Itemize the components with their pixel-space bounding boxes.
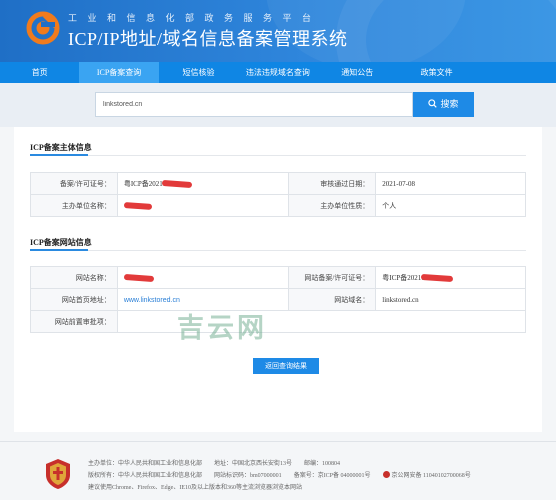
nav-item-icp-query[interactable]: ICP备案查询 <box>79 62 159 83</box>
organizer-type-value: 个人 <box>375 194 526 217</box>
section-title-underline <box>30 154 88 156</box>
redaction-mark <box>123 201 153 210</box>
table-row: 网站名称： 网站备案/许可证号： 粤ICP备20210 <box>30 266 526 289</box>
approval-date-value: 2021-07-08 <box>375 172 526 195</box>
redaction-mark <box>162 179 193 188</box>
domain-value: linkstored.cn <box>375 288 526 311</box>
nav-item-policies[interactable]: 政策文件 <box>397 62 476 83</box>
table-row: 主办单位名称： 主办单位性质： 个人 <box>30 194 526 217</box>
site-name-label: 网站名称： <box>30 266 118 289</box>
search-button-label: 搜索 <box>440 99 459 109</box>
section-title-underline <box>30 249 88 251</box>
logo-icon <box>26 11 60 45</box>
site-info-table: 网站名称： 网站备案/许可证号： 粤ICP备20210 网站首页地址： www.… <box>30 266 527 333</box>
search-input[interactable] <box>95 92 413 117</box>
result-panel: ICP备案主体信息 备案/许可证号： 粤ICP备20210 审核通过日期： 20… <box>14 127 542 432</box>
organizer-type-label: 主办单位性质： <box>288 194 377 217</box>
footer-police-record[interactable]: 京公网安备 11040102700068号 <box>392 473 471 479</box>
site-name-value <box>116 266 290 289</box>
organizer-name-label: 主办单位名称： <box>30 194 118 217</box>
site-license-label: 网站备案/许可证号： <box>288 266 377 289</box>
redaction-mark <box>420 273 453 282</box>
footer-copyright: 版权所有：中华人民共和国工业和信息化部 <box>88 473 203 479</box>
footer-site-id: 网站标识码：bm07000001 <box>214 473 282 479</box>
main-nav: 首页 ICP备案查询 短信核验 违法违规域名查询 通知公告 政策文件 <box>0 62 556 83</box>
search-bar: 搜索 <box>0 83 556 127</box>
footer-address: 地址：中国北京西长安街13号 <box>214 461 293 467</box>
search-button[interactable]: 搜索 <box>413 92 474 117</box>
search-icon <box>428 99 438 108</box>
footer-line-2: 版权所有：中华人民共和国工业和信息化部 网站标识码：bm07000001 备案号：京… <box>88 470 495 479</box>
footer-line-1: 主办单位：中华人民共和国工业和信息化部 地址：中国北京西长安街13号 邮编：1008… <box>88 458 352 467</box>
organizer-name-value <box>116 194 290 217</box>
header-banner: 工业和信息化部政务服务平台 ICP/IP地址/域名信息备案管理系统 <box>0 0 556 62</box>
footer-organizer: 主办单位：中华人民共和国工业和信息化部 <box>88 461 203 467</box>
approval-date-label: 审核通过日期： <box>288 172 377 195</box>
homepage-link[interactable]: www.linkstored.cn <box>124 297 180 304</box>
section-divider <box>30 155 526 156</box>
emblem-icon <box>46 459 70 489</box>
footer-icp-record[interactable]: 备案号：京ICP备 04000001号 <box>294 473 371 479</box>
section-divider <box>30 250 526 251</box>
police-badge-icon <box>382 471 390 478</box>
system-title: ICP/IP地址/域名信息备案管理系统 <box>68 29 348 49</box>
subject-section-title: ICP备案主体信息 <box>30 143 92 152</box>
site-license-value: 粤ICP备20210 <box>375 266 526 289</box>
domain-label: 网站域名： <box>288 288 377 311</box>
footer: 主办单位：中华人民共和国工业和信息化部 地址：中国北京西长安街13号 邮编：1008… <box>0 441 556 500</box>
department-name: 工业和信息化部政务服务平台 <box>68 13 322 23</box>
table-row: 网站首页地址： www.linkstored.cn 网站域名： linkstor… <box>30 288 526 311</box>
nav-item-sms-verify[interactable]: 短信核验 <box>159 62 238 83</box>
watermark: 吉云网 <box>177 313 267 344</box>
nav-item-home[interactable]: 首页 <box>0 62 79 83</box>
homepage-label: 网站首页地址： <box>30 288 118 311</box>
table-row: 备案/许可证号： 粤ICP备20210 审核通过日期： 2021-07-08 <box>30 172 526 195</box>
license-label: 备案/许可证号： <box>30 172 118 195</box>
table-row: 网站前置审批项： <box>30 310 527 333</box>
pre-approval-label: 网站前置审批项： <box>30 310 118 333</box>
nav-item-illegal-domain[interactable]: 违法违规域名查询 <box>238 62 317 83</box>
footer-browser-note: 建议使用Chrome、Firefox、Edge、IE10及以上版本和360等主流… <box>88 485 302 491</box>
footer-postcode: 邮编：100804 <box>304 461 341 467</box>
site-section-title: ICP备案网站信息 <box>30 238 92 247</box>
redaction-mark <box>123 273 154 282</box>
subject-info-table: 备案/许可证号： 粤ICP备20210 审核通过日期： 2021-07-08 主… <box>30 172 526 217</box>
nav-item-notices[interactable]: 通知公告 <box>318 62 397 83</box>
license-value: 粤ICP备20210 <box>116 172 290 195</box>
back-to-results-button[interactable]: 返回查询结果 <box>253 358 319 374</box>
